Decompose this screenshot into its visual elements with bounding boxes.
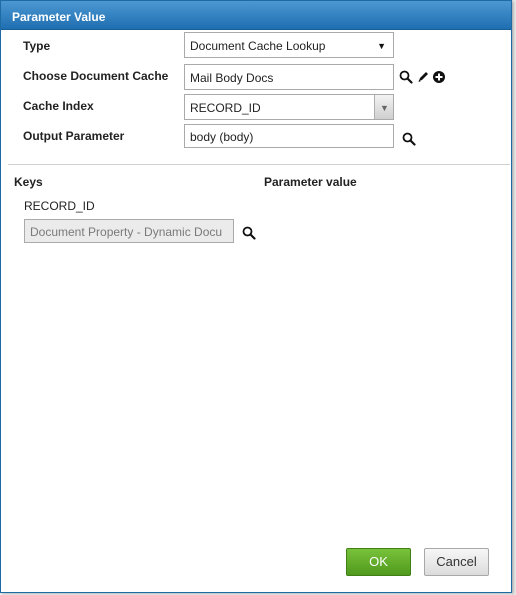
key-record-id: RECORD_ID xyxy=(24,199,95,213)
type-select[interactable]: Document Cache Lookup ▼ xyxy=(184,32,394,58)
cache-index-value: RECORD_ID xyxy=(190,101,261,115)
search-icon[interactable] xyxy=(399,70,413,84)
pencil-icon[interactable] xyxy=(416,70,430,84)
parameter-value-header: Parameter value xyxy=(264,175,357,189)
choose-document-cache-label: Choose Document Cache xyxy=(23,69,169,83)
search-icon[interactable] xyxy=(402,132,416,146)
parameter-value-dialog: Parameter Value Type Document Cache Look… xyxy=(0,0,512,593)
dialog-titlebar[interactable]: Parameter Value xyxy=(1,1,511,30)
output-parameter-field[interactable]: body (body) xyxy=(184,124,394,148)
search-icon[interactable] xyxy=(242,226,256,240)
cache-index-select[interactable]: RECORD_ID ▼ xyxy=(184,94,394,120)
caret-down-icon: ▼ xyxy=(377,41,386,51)
document-cache-value: Mail Body Docs xyxy=(190,71,274,85)
output-parameter-label: Output Parameter xyxy=(23,129,125,143)
keys-header: Keys xyxy=(14,175,43,189)
document-cache-field[interactable]: Mail Body Docs xyxy=(184,64,394,90)
plus-circle-icon[interactable] xyxy=(432,70,446,84)
output-parameter-value: body (body) xyxy=(190,130,254,144)
type-select-value: Document Cache Lookup xyxy=(190,39,326,53)
key-parameter-value-field[interactable]: Document Property - Dynamic Docu xyxy=(24,219,234,243)
dialog-title: Parameter Value xyxy=(12,10,106,24)
ok-button[interactable]: OK xyxy=(346,548,411,576)
key-parameter-value: Document Property - Dynamic Docu xyxy=(30,225,223,239)
caret-down-icon: ▼ xyxy=(380,103,389,113)
section-divider xyxy=(8,164,510,165)
type-label: Type xyxy=(23,39,51,53)
cache-index-label: Cache Index xyxy=(23,99,94,113)
background-page-edge xyxy=(512,0,516,595)
cache-index-dropdown-button[interactable]: ▼ xyxy=(374,95,393,119)
cancel-button[interactable]: Cancel xyxy=(424,548,489,576)
